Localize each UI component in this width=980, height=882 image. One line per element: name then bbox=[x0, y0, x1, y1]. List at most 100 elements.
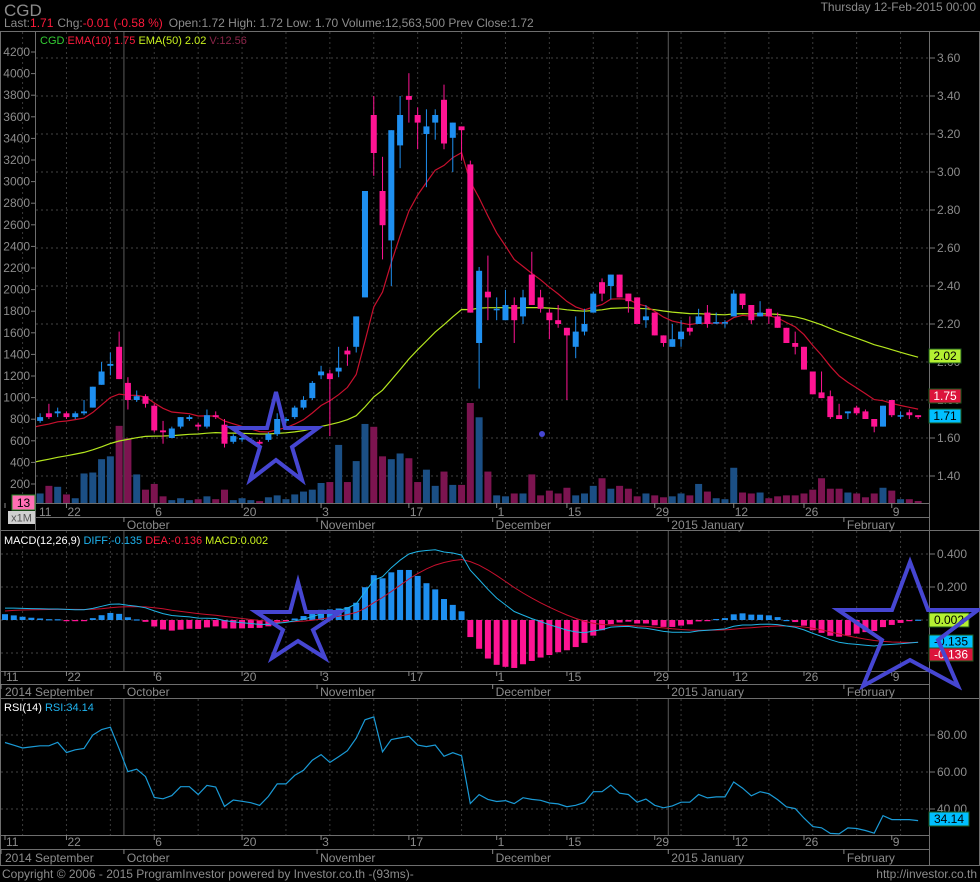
candle bbox=[142, 394, 149, 408]
candle bbox=[379, 156, 386, 260]
macd-histogram-bar bbox=[695, 620, 702, 622]
candle bbox=[107, 352, 114, 376]
macd-histogram-bar bbox=[581, 620, 588, 643]
date-label: 6 bbox=[155, 505, 162, 519]
candle bbox=[827, 390, 834, 419]
macd-histogram-bar bbox=[871, 620, 878, 632]
macd-histogram-bar bbox=[528, 620, 535, 661]
candle bbox=[563, 327, 570, 400]
candle bbox=[221, 419, 228, 448]
date-label: 3 bbox=[322, 505, 329, 519]
candle-body bbox=[370, 115, 377, 153]
volume-bar bbox=[431, 485, 439, 503]
candle bbox=[133, 390, 140, 402]
candle-body bbox=[915, 415, 922, 418]
month-label: 2015 January bbox=[671, 685, 744, 699]
volume-bar bbox=[897, 499, 905, 503]
macd-histogram-bar bbox=[414, 575, 421, 620]
candle-body bbox=[81, 411, 88, 414]
candle bbox=[695, 308, 702, 324]
candle bbox=[634, 297, 641, 324]
candle-body bbox=[449, 122, 456, 138]
macd-histogram-bar bbox=[37, 618, 44, 620]
macd-histogram-bar bbox=[186, 620, 193, 629]
candle-body bbox=[72, 413, 79, 418]
candle bbox=[493, 297, 500, 321]
macd-histogram-bar bbox=[212, 620, 219, 627]
volume-bar bbox=[624, 488, 632, 503]
candle-body bbox=[45, 413, 52, 418]
volume-bar bbox=[300, 491, 308, 503]
candle bbox=[361, 191, 368, 298]
price-tick-label: 3.20 bbox=[937, 127, 961, 141]
macd-histogram-bar bbox=[634, 620, 641, 624]
candle-body bbox=[151, 405, 158, 431]
macd-histogram-bar bbox=[897, 620, 904, 623]
candle-body bbox=[906, 412, 913, 416]
volume-bar bbox=[660, 497, 667, 503]
macd-histogram-bar bbox=[160, 620, 167, 630]
candle-body bbox=[880, 405, 886, 427]
left-tick-label: 4000 bbox=[3, 67, 30, 81]
left-tick-label: 3800 bbox=[3, 88, 30, 102]
candle-body bbox=[669, 339, 676, 347]
candle bbox=[590, 291, 597, 313]
candle-body bbox=[133, 396, 140, 400]
macd-histogram-bar bbox=[133, 619, 140, 621]
volume-bar bbox=[651, 495, 659, 503]
month-label: December bbox=[496, 518, 551, 532]
candle-body bbox=[353, 316, 360, 347]
price-tick-label: 3.00 bbox=[937, 165, 961, 179]
volume-bar bbox=[264, 497, 272, 503]
volume-bar bbox=[677, 493, 685, 503]
volume-bar bbox=[791, 495, 799, 503]
volume-marker: 13 bbox=[17, 496, 31, 510]
candle-body bbox=[195, 424, 202, 427]
volume-bar bbox=[695, 483, 703, 503]
candle bbox=[836, 403, 843, 419]
candle bbox=[748, 305, 755, 324]
month-label: 2015 January bbox=[671, 851, 744, 865]
volume-bar bbox=[317, 483, 325, 503]
candle-body bbox=[432, 115, 439, 123]
volume-bar bbox=[905, 499, 913, 503]
candle-body bbox=[572, 331, 579, 347]
macd-histogram-bar bbox=[800, 620, 807, 626]
footer-link[interactable]: http://investor.co.th bbox=[876, 867, 977, 881]
candle bbox=[800, 346, 807, 370]
stock-chart[interactable]: CGD Thursday 12-Feb-2015 00:00 Last:1.71… bbox=[0, 0, 980, 882]
candle bbox=[388, 130, 395, 286]
left-tick-label: 2000 bbox=[3, 283, 30, 297]
macd-histogram-bar bbox=[28, 617, 35, 620]
macd-histogram-bar bbox=[537, 620, 544, 658]
volume-bar bbox=[291, 494, 299, 503]
volume-bar bbox=[54, 486, 62, 503]
macd-tick-label: 0.200 bbox=[937, 580, 967, 594]
candle bbox=[353, 316, 360, 353]
volume-bar bbox=[45, 485, 53, 503]
date-label: 26 bbox=[805, 835, 819, 849]
chart-datetime: Thursday 12-Feb-2015 00:00 bbox=[821, 0, 977, 14]
macd-histogram-bar bbox=[765, 615, 772, 620]
macd-histogram-bar bbox=[792, 620, 799, 623]
candle-body bbox=[757, 312, 764, 317]
macd-histogram-bar bbox=[476, 620, 483, 649]
candle bbox=[300, 396, 307, 410]
candle bbox=[432, 109, 439, 140]
date-label: 22 bbox=[67, 505, 81, 519]
volume-bar bbox=[361, 423, 369, 503]
macd-histogram-bar bbox=[467, 620, 474, 638]
macd-histogram-bar bbox=[563, 620, 570, 651]
candle-body bbox=[335, 367, 342, 372]
macd-histogram-bar bbox=[686, 620, 693, 625]
volume-bar bbox=[159, 496, 167, 503]
candle-body bbox=[177, 417, 184, 427]
volume-bar bbox=[765, 498, 773, 503]
candle bbox=[520, 289, 527, 324]
volume-bar bbox=[756, 492, 764, 503]
candle-body bbox=[107, 363, 114, 366]
candle-body bbox=[625, 293, 632, 302]
candle-body bbox=[414, 115, 421, 123]
candle bbox=[897, 411, 904, 419]
macd-histogram-bar bbox=[10, 615, 17, 620]
